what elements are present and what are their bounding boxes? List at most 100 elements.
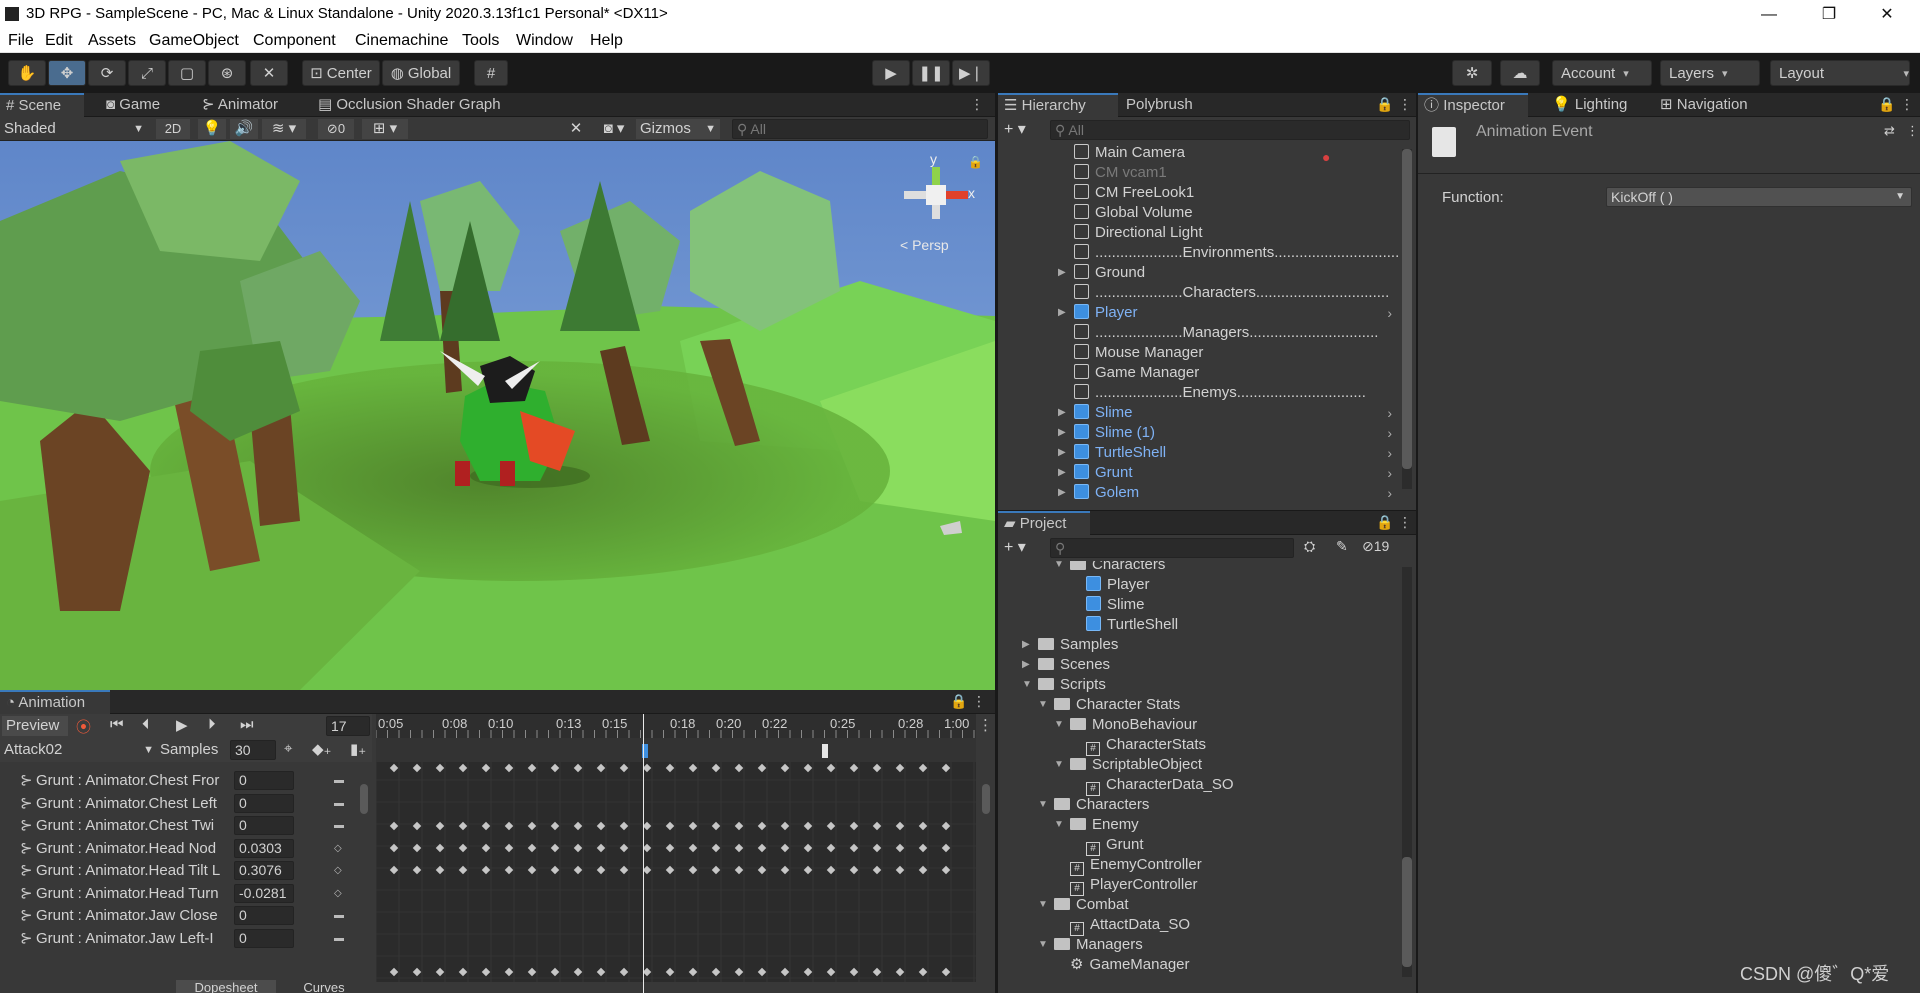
expand-down-icon[interactable]: ▼ <box>1054 755 1064 775</box>
keyframe-diamond[interactable] <box>780 763 790 773</box>
project-item[interactable]: ▼ Character Stats <box>998 695 1398 715</box>
property-value-input[interactable]: 0 <box>234 816 294 835</box>
keyframe-diamond[interactable] <box>550 865 560 875</box>
keyframe-diamond[interactable] <box>504 821 514 831</box>
keyframe-diamond[interactable] <box>757 843 767 853</box>
keyframe-diamond[interactable] <box>458 967 468 977</box>
property-scrollbar[interactable] <box>360 770 370 960</box>
add-keyframe-icon[interactable]: ◆₊ <box>312 740 331 758</box>
keyframe-diamond[interactable] <box>389 821 399 831</box>
keyframe-diamond[interactable] <box>435 843 445 853</box>
property-value-input[interactable]: 0 <box>234 771 294 790</box>
keyframe-diamond[interactable] <box>711 763 721 773</box>
keyframe-diamond[interactable] <box>711 843 721 853</box>
project-item[interactable]: # Grunt <box>998 835 1398 856</box>
keyframe-diamond[interactable] <box>389 763 399 773</box>
scene-search-input[interactable]: ⚲ All <box>732 119 988 139</box>
keyframe-diamond[interactable] <box>711 865 721 875</box>
toggle-2d-button[interactable]: 2D <box>156 119 190 139</box>
orientation-gizmo[interactable]: y x <box>896 151 976 221</box>
hand-tool-icon[interactable]: ✋ <box>8 60 46 86</box>
chevron-right-icon[interactable]: › <box>1387 303 1392 323</box>
menu-help[interactable]: Help <box>590 32 623 50</box>
cloud-icon[interactable]: ☁ <box>1500 60 1540 86</box>
filter-label-icon[interactable]: ✎ <box>1336 538 1348 555</box>
clip-dropdown[interactable]: Attack02 ▼ <box>4 740 154 760</box>
keyframe-diamond[interactable] <box>481 763 491 773</box>
hierarchy-item[interactable]: ▶ Golem › <box>998 483 1398 503</box>
keyframe-diamond[interactable] <box>895 821 905 831</box>
project-item[interactable]: ▼ Scripts <box>998 675 1398 695</box>
timeline-options-icon[interactable]: ⋮ <box>978 716 993 734</box>
expand-arrow-icon[interactable]: ▶ <box>1058 263 1066 283</box>
keyframe-diamond[interactable] <box>412 865 422 875</box>
keyframe-diamond[interactable] <box>412 967 422 977</box>
close-button[interactable]: ✕ <box>1858 0 1916 29</box>
keyframe-diamond[interactable] <box>412 843 422 853</box>
keyframe-diamond[interactable] <box>642 967 652 977</box>
keyframe-diamond[interactable] <box>734 821 744 831</box>
keyframe-diamond[interactable] <box>504 763 514 773</box>
chevron-right-icon[interactable]: › <box>1387 443 1392 463</box>
keyframe-diamond[interactable] <box>826 967 836 977</box>
keyframe-diamond[interactable] <box>573 763 583 773</box>
project-item[interactable]: ▼ ScriptableObject <box>998 755 1398 775</box>
animation-property-row[interactable]: ⊱ Grunt : Animator.Chest Fror 0 ▬ <box>0 770 356 792</box>
keyframe-diamond[interactable] <box>803 865 813 875</box>
hierarchy-item[interactable]: Game Manager <box>998 363 1398 383</box>
snap-key-icon[interactable]: ⌖ <box>284 740 292 757</box>
keyframe-toggle-icon[interactable]: ▬ <box>334 793 344 815</box>
keyframe-diamond[interactable] <box>619 843 629 853</box>
expand-down-icon[interactable]: ▼ <box>1054 715 1064 735</box>
inspector-options-icon[interactable]: ⋮ <box>1906 123 1919 139</box>
samples-input[interactable]: 30 <box>230 740 276 760</box>
keyframe-diamond[interactable] <box>504 843 514 853</box>
keyframe-diamond[interactable] <box>941 821 951 831</box>
function-dropdown[interactable]: KickOff ( ) ▼ <box>1606 187 1912 207</box>
rotate-tool-icon[interactable]: ⟳ <box>88 60 126 86</box>
chevron-right-icon[interactable]: › <box>1387 463 1392 483</box>
tab-hierarchy[interactable]: ☰ Hierarchy <box>998 93 1118 117</box>
chevron-right-icon[interactable]: › <box>1387 403 1392 423</box>
move-tool-icon[interactable]: ✥ <box>48 60 86 86</box>
keyframe-diamond[interactable] <box>481 821 491 831</box>
tab-animator[interactable]: ⊱ Animator <box>196 93 284 117</box>
keyframe-diamond[interactable] <box>665 865 675 875</box>
keyframe-toggle-icon[interactable]: ▬ <box>334 770 344 792</box>
hierarchy-item[interactable]: ▶ Grunt › <box>998 463 1398 483</box>
project-item[interactable]: ▼ Enemy <box>998 815 1398 835</box>
hierarchy-item[interactable]: ▶ Ground <box>998 263 1398 283</box>
layout-dropdown[interactable]: Layout <box>1770 60 1910 86</box>
tab-curves[interactable]: Curves <box>282 980 366 993</box>
keyframe-diamond[interactable] <box>573 821 583 831</box>
last-key-icon[interactable]: ⏭ <box>240 716 254 733</box>
keyframe-diamond[interactable] <box>481 865 491 875</box>
menu-assets[interactable]: Assets <box>88 32 136 50</box>
keyframe-diamond[interactable] <box>458 865 468 875</box>
menu-component[interactable]: Component <box>253 32 336 50</box>
expand-down-icon[interactable]: ▼ <box>1038 935 1048 955</box>
tab-polybrush[interactable]: Polybrush <box>1120 93 1199 117</box>
keyframe-diamond[interactable] <box>803 763 813 773</box>
keyframe-diamond[interactable] <box>872 843 882 853</box>
tab-inspector[interactable]: ⓘ Inspector <box>1418 93 1528 117</box>
scene-kebab-icon[interactable]: ⋮ <box>970 96 984 113</box>
play-button[interactable]: ▶ <box>872 60 910 86</box>
hierarchy-item[interactable]: Mouse Manager <box>998 343 1398 363</box>
first-key-icon[interactable]: ⏮ <box>110 716 124 733</box>
keyframe-diamond[interactable] <box>596 843 606 853</box>
keyframe-diamond[interactable] <box>734 967 744 977</box>
event-marker[interactable] <box>822 744 828 758</box>
keyframe-diamond[interactable] <box>895 843 905 853</box>
custom-tool-icon[interactable]: ✕ <box>250 60 288 86</box>
tab-dopesheet[interactable]: Dopesheet <box>176 980 276 993</box>
hierarchy-kebab-icon[interactable]: ⋮ <box>1398 96 1412 113</box>
hidden-objects-counter[interactable]: ⊘0 <box>318 119 354 139</box>
keyframe-diamond[interactable] <box>642 763 652 773</box>
menu-cinemachine[interactable]: Cinemachine <box>355 32 448 50</box>
keyframe-diamond[interactable] <box>757 763 767 773</box>
keyframe-diamond[interactable] <box>780 821 790 831</box>
keyframe-diamond[interactable] <box>527 967 537 977</box>
add-object-dropdown-icon[interactable]: + ▾ <box>1004 119 1026 139</box>
project-item[interactable]: ▶ Samples <box>998 635 1398 655</box>
